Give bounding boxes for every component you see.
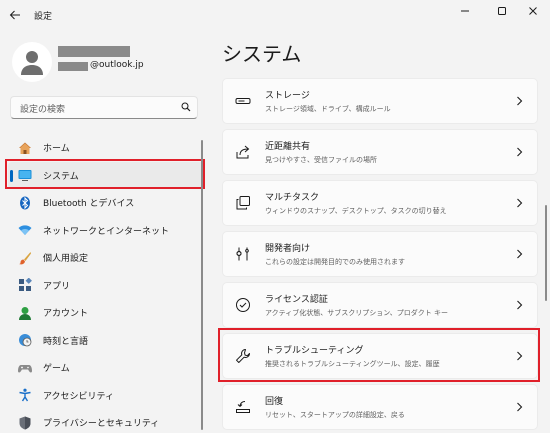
minimize-icon [461,10,469,12]
sidebar-item-personalization[interactable]: 個人用設定 [8,244,204,272]
close-icon [529,7,537,15]
search-placeholder: 設定の検索 [20,105,66,115]
sidebar-item-privacy-security[interactable]: プライバシーとセキュリティ [8,409,204,433]
sidebar-item-label: アクセシビリティ [43,391,115,402]
sidebar-item-accessibility[interactable]: アクセシビリティ [8,382,204,410]
card-activation[interactable]: ライセンス認証 アクティブ化状態、サブスクリプション、プロダクト キー [222,282,538,328]
chevron-right-icon [517,402,523,412]
user-email-redacted [58,62,88,71]
card-multitasking[interactable]: マルチタスク ウィンドウのスナップ、デスクトップ、タスクの切り替え [222,180,538,226]
sidebar-item-network[interactable]: ネットワークとインターネット [8,217,204,245]
back-arrow-icon [9,10,20,20]
sidebar-item-label: プライバシーとセキュリティ [43,419,160,430]
sidebar-item-time-language[interactable]: 時刻と言語 [8,327,204,355]
card-title: 近距離共有 [265,142,311,152]
home-icon [18,141,32,155]
card-description: これらの設定は開発目的でのみ使用されます [265,258,405,266]
accessibility-icon [18,388,32,402]
chevron-right-icon [517,147,523,157]
network-icon [18,223,32,237]
apps-icon [18,278,32,292]
sidebar-item-gaming[interactable]: ゲーム [8,354,204,382]
multitask-icon [235,195,251,211]
brush-icon [18,251,32,265]
sidebar-item-home[interactable]: ホーム [8,134,204,162]
sidebar-item-label: 個人用設定 [43,254,89,265]
sidebar-item-bluetooth[interactable]: Bluetooth とデバイス [8,189,204,217]
activation-icon [235,297,251,313]
clock-globe-icon [18,333,32,347]
sidebar-item-label: アカウント [43,309,89,320]
highlight-box-troubleshoot [218,328,540,382]
page-title: システム [222,42,302,66]
close-button[interactable] [516,0,550,22]
card-storage[interactable]: ストレージ ストレージ領域、ドライブ、構成ルール [222,78,538,124]
card-title: マルチタスク [265,193,320,203]
card-recovery[interactable]: 回復 リセット、スタートアップの詳細設定、戻る [222,384,538,430]
storage-icon [235,93,251,109]
card-title: 開発者向け [265,244,311,254]
card-title: ライセンス認証 [265,295,328,305]
chevron-right-icon [517,249,523,259]
card-description: リセット、スタートアップの詳細設定、戻る [265,411,405,419]
user-icon [21,51,43,75]
sidebar-item-label: ネットワークとインターネット [43,226,170,237]
sidebar-item-label: ホーム [43,144,70,155]
sidebar-item-label: 時刻と言語 [43,336,89,347]
developer-icon [235,246,251,262]
sidebar-item-label: ゲーム [43,364,70,375]
back-button[interactable] [6,6,24,24]
recovery-icon [235,399,251,415]
search-icon [181,102,191,112]
sidebar-item-apps[interactable]: アプリ [8,272,204,300]
card-title: ストレージ [265,91,310,101]
bluetooth-icon [18,196,32,210]
search-input[interactable]: 設定の検索 [10,96,198,119]
card-title: 回復 [265,397,284,407]
chevron-right-icon [517,300,523,310]
card-description: 見つけやすさ、受信ファイルの場所 [265,156,377,164]
card-description: アクティブ化状態、サブスクリプション、プロダクト キー [265,309,449,317]
sidebar-item-accounts[interactable]: アカウント [8,299,204,327]
maximize-icon [498,7,506,15]
sidebar-item-label: アプリ [43,281,71,292]
shield-icon [18,416,32,430]
card-nearby-sharing[interactable]: 近距離共有 見つけやすさ、受信ファイルの場所 [222,129,538,175]
app-title: 設定 [34,12,53,22]
share-icon [235,144,251,160]
maximize-button[interactable] [485,0,519,22]
user-name-redacted [58,46,130,57]
title-bar: 設定 [0,0,550,30]
chevron-right-icon [517,96,523,106]
user-email: @outlook.jp [90,60,144,70]
sidebar-scrollbar[interactable] [201,140,203,430]
gamepad-icon [18,361,32,375]
sidebar-item-label: Bluetooth とデバイス [43,199,135,210]
main-scrollbar[interactable] [545,205,547,301]
account-icon [18,306,32,320]
card-description: ストレージ領域、ドライブ、構成ルール [265,105,391,113]
card-description: ウィンドウのスナップ、デスクトップ、タスクの切り替え [265,207,447,215]
chevron-right-icon [517,198,523,208]
card-for-developers[interactable]: 開発者向け これらの設定は開発目的でのみ使用されます [222,231,538,277]
minimize-button[interactable] [448,0,482,22]
highlight-box-system [5,159,205,189]
avatar [12,42,52,82]
